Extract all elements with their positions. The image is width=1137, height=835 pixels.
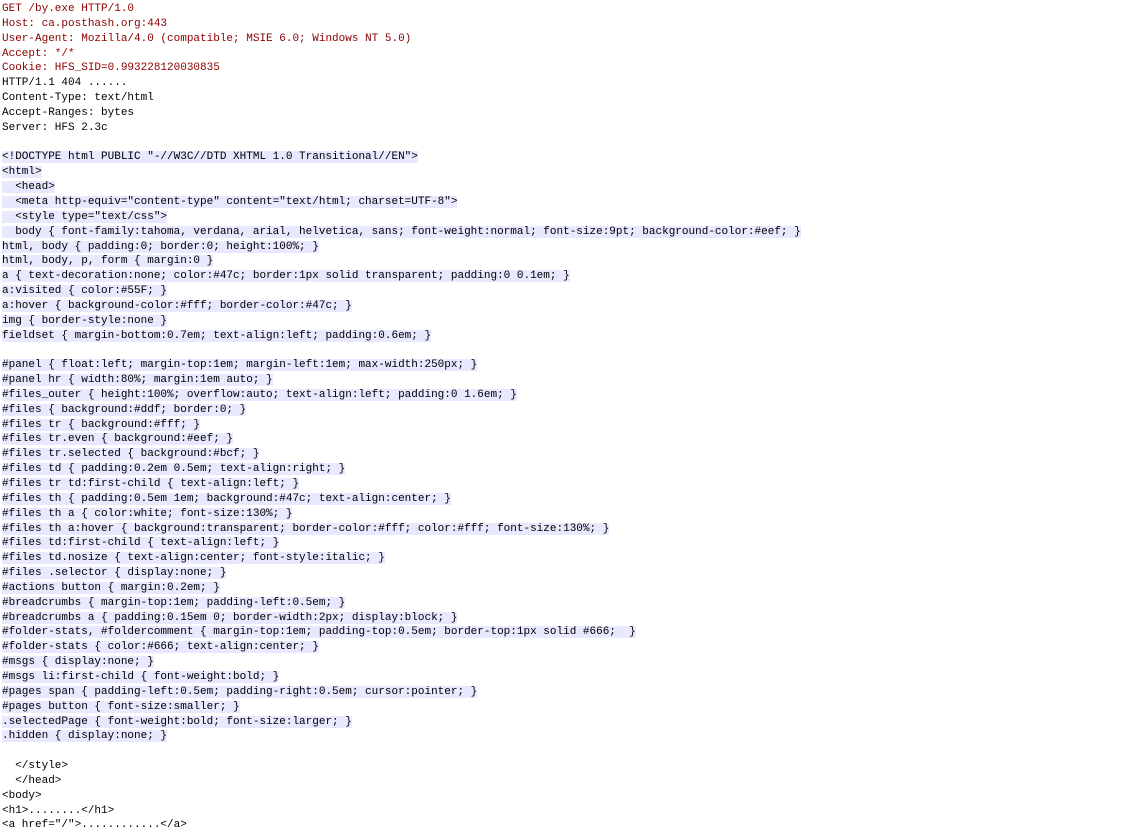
source-line: #files_outer { height:100%; overflow:aut… [2,389,517,401]
source-line: #pages button { font-size:smaller; } [2,701,240,713]
source-line: #files td.nosize { text-align:center; fo… [2,552,385,564]
source-line: html, body { padding:0; border:0; height… [2,241,319,253]
source-line: #panel { float:left; margin-top:1em; mar… [2,359,477,371]
source-line: #msgs { display:none; } [2,656,154,668]
request-text: GET /by.exe HTTP/1.0 Host: ca.posthash.o… [2,3,411,74]
source-line: .selectedPage { font-weight:bold; font-s… [2,716,352,728]
source-line: <a href="/">............</a> [2,819,187,831]
source-line: <body> [2,790,42,802]
source-line: <h1>........</h1> [2,805,114,817]
source-line: </style> [2,760,68,772]
source-line: #actions button { margin:0.2em; } [2,582,220,594]
source-line: #files th a { color:white; font-size:130… [2,508,292,520]
html-source: <!DOCTYPE html PUBLIC "-//W3C//DTD XHTML… [2,150,1135,833]
source-line: <!DOCTYPE html PUBLIC "-//W3C//DTD XHTML… [2,151,418,163]
source-line: #files tr.even { background:#eef; } [2,433,233,445]
source-line: <html> [2,166,42,178]
source-line: #files tr td:first-child { text-align:le… [2,478,299,490]
source-line: #files td:first-child { text-align:left;… [2,537,279,549]
source-line: fieldset { margin-bottom:0.7em; text-ali… [2,330,431,342]
source-line: #folder-stats { color:#666; text-align:c… [2,641,319,653]
source-line: #files tr { background:#fff; } [2,419,200,431]
source-line: a:hover { background-color:#fff; border-… [2,300,352,312]
source-line: html, body, p, form { margin:0 } [2,255,213,267]
http-response: HTTP/1.1 404 ...... Content-Type: text/h… [2,76,1135,150]
source-line: #pages span { padding-left:0.5em; paddin… [2,686,477,698]
source-line: #files .selector { display:none; } [2,567,226,579]
source-line: #panel hr { width:80%; margin:1em auto; … [2,374,273,386]
source-line: #breadcrumbs { margin-top:1em; padding-l… [2,597,345,609]
source-line: img { border-style:none } [2,315,167,327]
source-line: #files th a:hover { background:transpare… [2,523,609,535]
source-line: <head> [2,181,55,193]
response-text: HTTP/1.1 404 ...... Content-Type: text/h… [2,77,154,134]
source-line: <style type="text/css"> [2,211,167,223]
source-line: #msgs li:first-child { font-weight:bold;… [2,671,279,683]
source-line: #files { background:#ddf; border:0; } [2,404,246,416]
source-line: a { text-decoration:none; color:#47c; bo… [2,270,570,282]
source-line: #files td { padding:0.2em 0.5em; text-al… [2,463,345,475]
source-line: a:visited { color:#55F; } [2,285,167,297]
source-line: body { font-family:tahoma, verdana, aria… [2,226,801,238]
source-line: #files th { padding:0.5em 1em; backgroun… [2,493,451,505]
http-request: GET /by.exe HTTP/1.0 Host: ca.posthash.o… [2,2,1135,76]
source-line: #folder-stats, #foldercomment { margin-t… [2,626,636,638]
source-line: #breadcrumbs a { padding:0.15em 0; borde… [2,612,457,624]
source-line: </head> [2,775,61,787]
source-line: .hidden { display:none; } [2,730,167,742]
source-line: #files tr.selected { background:#bcf; } [2,448,259,460]
source-line: <meta http-equiv="content-type" content=… [2,196,457,208]
